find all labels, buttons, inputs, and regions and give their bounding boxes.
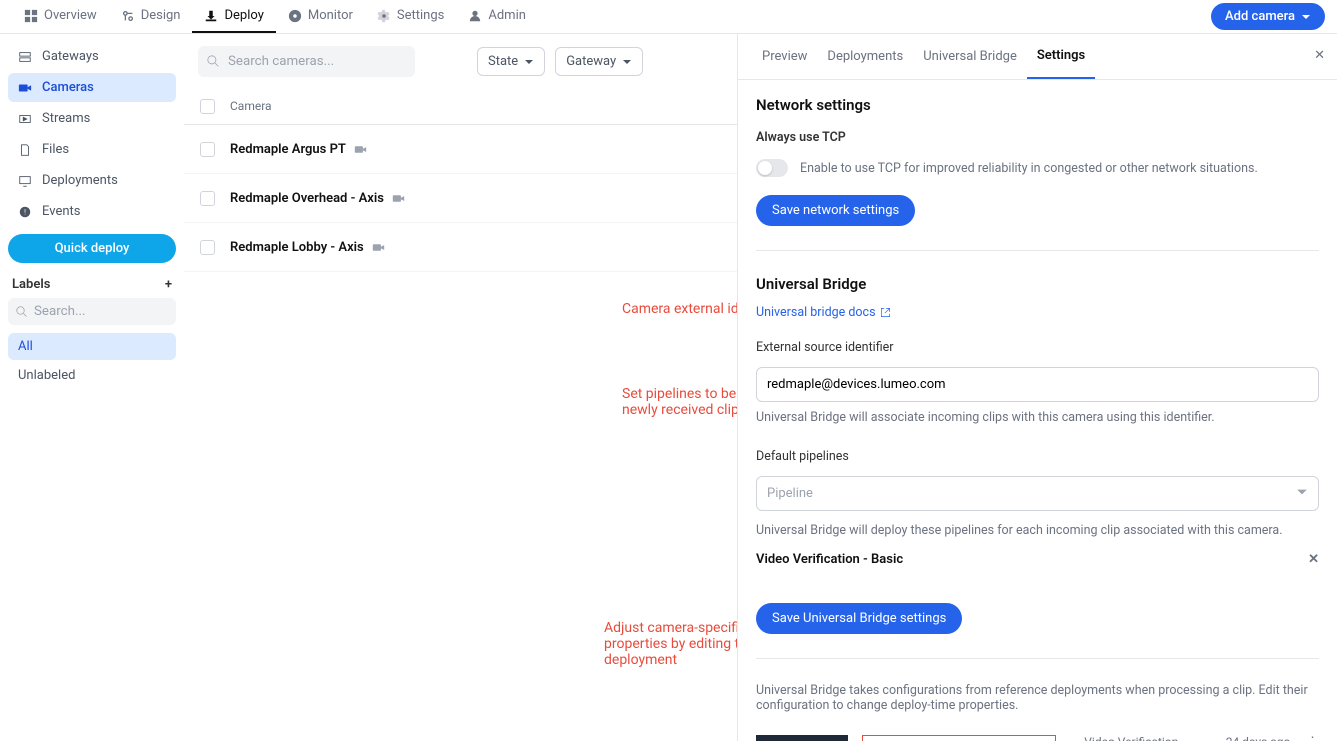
sidebar: Gateways Cameras Streams Files Deploymen…	[0, 34, 184, 741]
sidebar-deployments[interactable]: Deployments	[8, 166, 176, 195]
sidebar-files[interactable]: Files	[8, 135, 176, 164]
external-id-input[interactable]	[756, 367, 1319, 402]
stream-thumbnail: No stream available	[756, 735, 848, 741]
ref-time: 24 days ago	[1226, 735, 1292, 741]
sidebar-cameras[interactable]: Cameras	[8, 73, 176, 102]
reference-deployment-card[interactable]: No stream available redmaple@devices.lum…	[756, 735, 1319, 741]
nav-deploy-label: Deploy	[224, 8, 263, 23]
ref-help: Universal Bridge takes configurations fr…	[756, 683, 1319, 713]
camera-icon	[392, 192, 405, 205]
tcp-help: Enable to use TCP for improved reliabili…	[800, 161, 1258, 176]
chevron-down-icon	[1296, 486, 1308, 498]
nav-monitor[interactable]: Monitor	[276, 0, 365, 33]
chevron-down-icon	[1301, 12, 1311, 22]
network-title: Network settings	[756, 96, 1319, 114]
settings-panel: Preview Deployments Universal Bridge Set…	[737, 34, 1337, 741]
sidebar-events[interactable]: !Events	[8, 197, 176, 226]
top-nav: Overview Design Deploy Monitor Settings …	[12, 0, 538, 33]
ext-id-label: External source identifier	[756, 340, 1319, 355]
tab-deployments[interactable]: Deployments	[817, 35, 913, 78]
pipeline-label: Default pipelines	[756, 449, 1319, 464]
nav-admin[interactable]: Admin	[456, 0, 538, 33]
sidebar-streams[interactable]: Streams	[8, 104, 176, 133]
remove-pipeline-icon[interactable]: ✕	[1308, 552, 1319, 567]
chevron-down-icon	[622, 57, 632, 67]
pipe-help: Universal Bridge will deploy these pipel…	[756, 523, 1319, 538]
more-icon[interactable]: ⋮	[1306, 735, 1319, 741]
label-search-input[interactable]	[8, 298, 176, 325]
save-network-button[interactable]: Save network settings	[756, 195, 915, 226]
select-all-checkbox[interactable]	[200, 99, 215, 114]
nav-settings-label: Settings	[397, 8, 444, 23]
camera-search-input[interactable]	[198, 46, 415, 77]
nav-overview-label: Overview	[44, 8, 97, 23]
ub-docs-link[interactable]: Universal bridge docs	[756, 305, 1319, 320]
pipeline-select[interactable]: Pipeline	[756, 476, 1319, 511]
tab-preview[interactable]: Preview	[752, 35, 817, 78]
ref-title: redmaple@devices.lumeo.com Video Verific…	[862, 735, 1056, 741]
external-link-icon	[880, 307, 891, 318]
svg-text:!: !	[24, 208, 26, 216]
search-icon	[16, 306, 28, 318]
camera-icon	[354, 143, 367, 156]
tab-settings[interactable]: Settings	[1027, 34, 1095, 79]
nav-design[interactable]: Design	[109, 0, 193, 33]
tcp-toggle[interactable]	[756, 159, 788, 177]
row-checkbox[interactable]	[200, 191, 215, 206]
row-checkbox[interactable]	[200, 142, 215, 157]
nav-settings[interactable]: Settings	[365, 0, 456, 33]
nav-deploy[interactable]: Deploy	[192, 0, 275, 33]
tcp-label: Always use TCP	[756, 130, 1319, 145]
nav-design-label: Design	[141, 8, 181, 23]
nav-admin-label: Admin	[488, 8, 526, 23]
ub-title: Universal Bridge	[756, 275, 1319, 293]
ext-help: Universal Bridge will associate incoming…	[756, 410, 1319, 425]
row-checkbox[interactable]	[200, 240, 215, 255]
close-icon[interactable]: ✕	[1314, 48, 1325, 63]
nav-monitor-label: Monitor	[308, 8, 353, 23]
sidebar-gateways[interactable]: Gateways	[8, 42, 176, 71]
add-camera-button[interactable]: Add camera	[1211, 3, 1325, 30]
camera-icon	[372, 241, 385, 254]
pipeline-chip: Video Verification - Basic	[756, 552, 903, 567]
nav-overview[interactable]: Overview	[12, 0, 109, 33]
chevron-down-icon	[524, 57, 534, 67]
label-unlabeled[interactable]: Unlabeled	[8, 362, 176, 389]
label-all[interactable]: All	[8, 333, 176, 360]
tab-universal-bridge[interactable]: Universal Bridge	[913, 35, 1027, 78]
state-filter[interactable]: State	[477, 47, 545, 76]
labels-heading: Labels	[12, 277, 50, 292]
quick-deploy-button[interactable]: Quick deploy	[8, 234, 176, 263]
search-icon	[207, 55, 220, 68]
gateway-filter[interactable]: Gateway	[555, 47, 643, 76]
save-ub-button[interactable]: Save Universal Bridge settings	[756, 603, 962, 634]
add-label-icon[interactable]: +	[165, 277, 172, 292]
